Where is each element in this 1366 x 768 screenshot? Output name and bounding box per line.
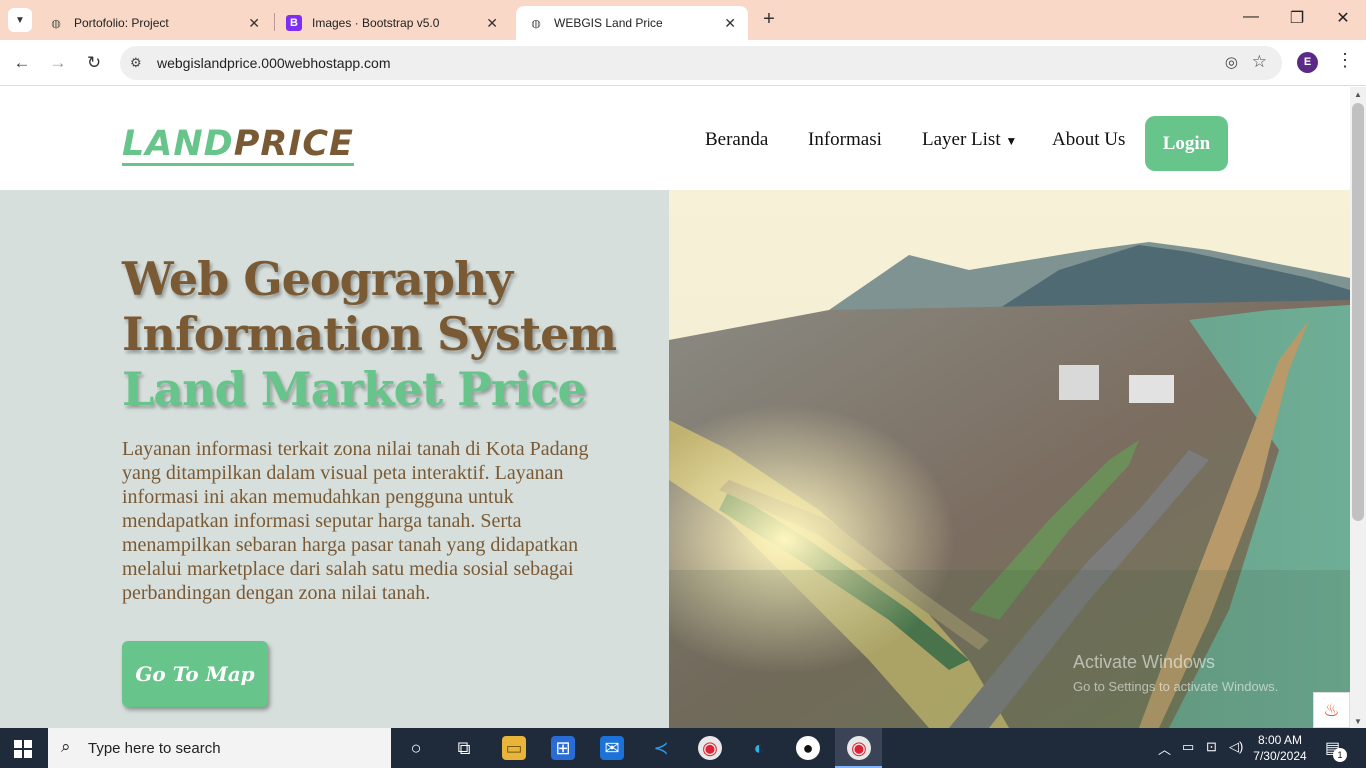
site-settings-icon[interactable]: ⚙: [130, 55, 142, 71]
go-to-map-button[interactable]: Go To Map: [122, 641, 268, 707]
tab-search-button[interactable]: ▼: [8, 8, 32, 32]
forward-button[interactable]: →: [46, 51, 70, 75]
vscode-icon[interactable]: ≺: [649, 736, 673, 760]
edge-icon[interactable]: ◐: [747, 736, 771, 760]
chrome-icon[interactable]: ◉: [698, 736, 722, 760]
address-bar[interactable]: ⚙ webgislandprice.000webhostapp.com ◎ ☆: [120, 46, 1282, 80]
new-tab-button[interactable]: +: [758, 8, 780, 31]
tab-bootstrap-images[interactable]: B Images · Bootstrap v5.0 ✕: [274, 6, 510, 40]
globe-icon: ◍: [51, 17, 61, 30]
chrome-profile-icon: ◉: [847, 736, 871, 760]
flame-icon[interactable]: ♨: [1313, 692, 1350, 728]
caret-down-icon: ▼: [1005, 134, 1018, 148]
taskbar-search[interactable]: ⌕ Type here to search: [48, 728, 391, 768]
tab-title: Portofolio: Project: [74, 16, 169, 30]
back-button[interactable]: ←: [10, 51, 34, 75]
battery-icon[interactable]: ▭: [1182, 739, 1194, 755]
activate-windows-watermark: Activate Windows Go to Settings to activ…: [1073, 652, 1278, 694]
tab-portofolio[interactable]: ◍ Portofolio: Project ✕: [36, 6, 272, 40]
nav-about-us[interactable]: About Us: [1052, 129, 1125, 151]
nav-layer-list-label: Layer List: [922, 129, 1001, 150]
bootstrap-icon: B: [286, 15, 302, 31]
microsoft-store-icon[interactable]: ⊞: [551, 736, 575, 760]
mail-icon[interactable]: ✉: [600, 736, 624, 760]
nav-beranda[interactable]: Beranda: [705, 129, 768, 151]
tab-webgis-land-price[interactable]: ◍ WEBGIS Land Price ✕: [516, 6, 748, 40]
github-icon[interactable]: ●: [796, 736, 820, 760]
reload-button[interactable]: ↻: [82, 51, 106, 75]
windows-start-icon[interactable]: [14, 740, 32, 758]
clock-time: 8:00 AM: [1257, 733, 1303, 747]
site-logo[interactable]: LANDPRICE: [122, 125, 354, 166]
close-window-button[interactable]: ✕: [1328, 8, 1358, 28]
bookmark-star-icon[interactable]: ☆: [1252, 52, 1267, 72]
scroll-down-arrow[interactable]: ▼: [1350, 717, 1366, 726]
hero-description: Layanan informasi terkait zona nilai tan…: [122, 438, 589, 604]
task-view-icon[interactable]: ⧉: [452, 736, 476, 760]
nav-layer-list[interactable]: Layer List ▼: [922, 129, 1017, 151]
web-page: LANDPRICE Beranda Informasi Layer List ▼…: [0, 87, 1350, 728]
windows-taskbar: ⌕ Type here to search ○ ⧉ ▭ ⊞ ✉ ≺ ◉ ◐ ● …: [0, 728, 1366, 768]
menu-dots-icon[interactable]: ⋮: [1336, 50, 1354, 71]
search-icon: ⌕: [61, 737, 71, 756]
logo-part-land: LAND: [122, 124, 234, 164]
close-icon[interactable]: ✕: [724, 15, 736, 32]
chevron-up-icon[interactable]: ︿: [1158, 739, 1171, 758]
close-icon[interactable]: ✕: [248, 15, 260, 32]
browser-toolbar: ← → ↻ ⚙ webgislandprice.000webhostapp.co…: [0, 40, 1366, 86]
active-chrome-taskbar-item[interactable]: ◉: [835, 728, 882, 768]
scroll-up-arrow[interactable]: ▲: [1350, 90, 1366, 99]
restore-button[interactable]: ❐: [1282, 8, 1312, 28]
tab-title: WEBGIS Land Price: [554, 16, 663, 30]
chevron-down-icon: ▼: [15, 14, 25, 26]
eye-off-icon[interactable]: ◎: [1225, 53, 1238, 71]
headline-line-3: Land Market Price: [122, 362, 587, 416]
clock-date: 7/30/2024: [1253, 749, 1307, 763]
tab-title: Images · Bootstrap v5.0: [312, 16, 440, 30]
page-scrollbar[interactable]: ▲ ▼: [1350, 87, 1366, 728]
aerial-city-coast-photo: [669, 190, 1350, 728]
headline-line-1: Web Geography: [122, 252, 513, 306]
headline-line-2: Information System: [122, 307, 617, 361]
scroll-thumb[interactable]: [1352, 103, 1364, 521]
volume-icon[interactable]: ◁): [1229, 739, 1243, 755]
logo-part-price: PRICE: [233, 124, 354, 164]
close-icon[interactable]: ✕: [486, 15, 498, 32]
cortana-icon[interactable]: ○: [404, 736, 428, 760]
system-clock[interactable]: 8:00 AM 7/30/2024: [1250, 732, 1310, 764]
nav-informasi[interactable]: Informasi: [808, 129, 882, 151]
watermark-subtitle: Go to Settings to activate Windows.: [1073, 679, 1279, 694]
browser-tab-bar: ▼ ◍ Portofolio: Project ✕ B Images · Boo…: [0, 0, 1366, 40]
login-button[interactable]: Login: [1145, 116, 1228, 171]
profile-avatar[interactable]: E: [1297, 52, 1318, 73]
hero-aerial-image: [669, 190, 1350, 728]
network-icon[interactable]: ⊡: [1206, 739, 1217, 755]
file-explorer-icon[interactable]: ▭: [502, 736, 526, 760]
url-text[interactable]: webgislandprice.000webhostapp.com: [157, 55, 390, 71]
watermark-title: Activate Windows: [1073, 652, 1216, 672]
search-placeholder: Type here to search: [88, 740, 221, 757]
notification-count-badge: 1: [1333, 748, 1347, 762]
globe-icon: ◍: [531, 17, 541, 30]
hero-headline: Web Geography Information System Land Ma…: [122, 252, 617, 417]
minimize-button[interactable]: —: [1236, 8, 1266, 26]
